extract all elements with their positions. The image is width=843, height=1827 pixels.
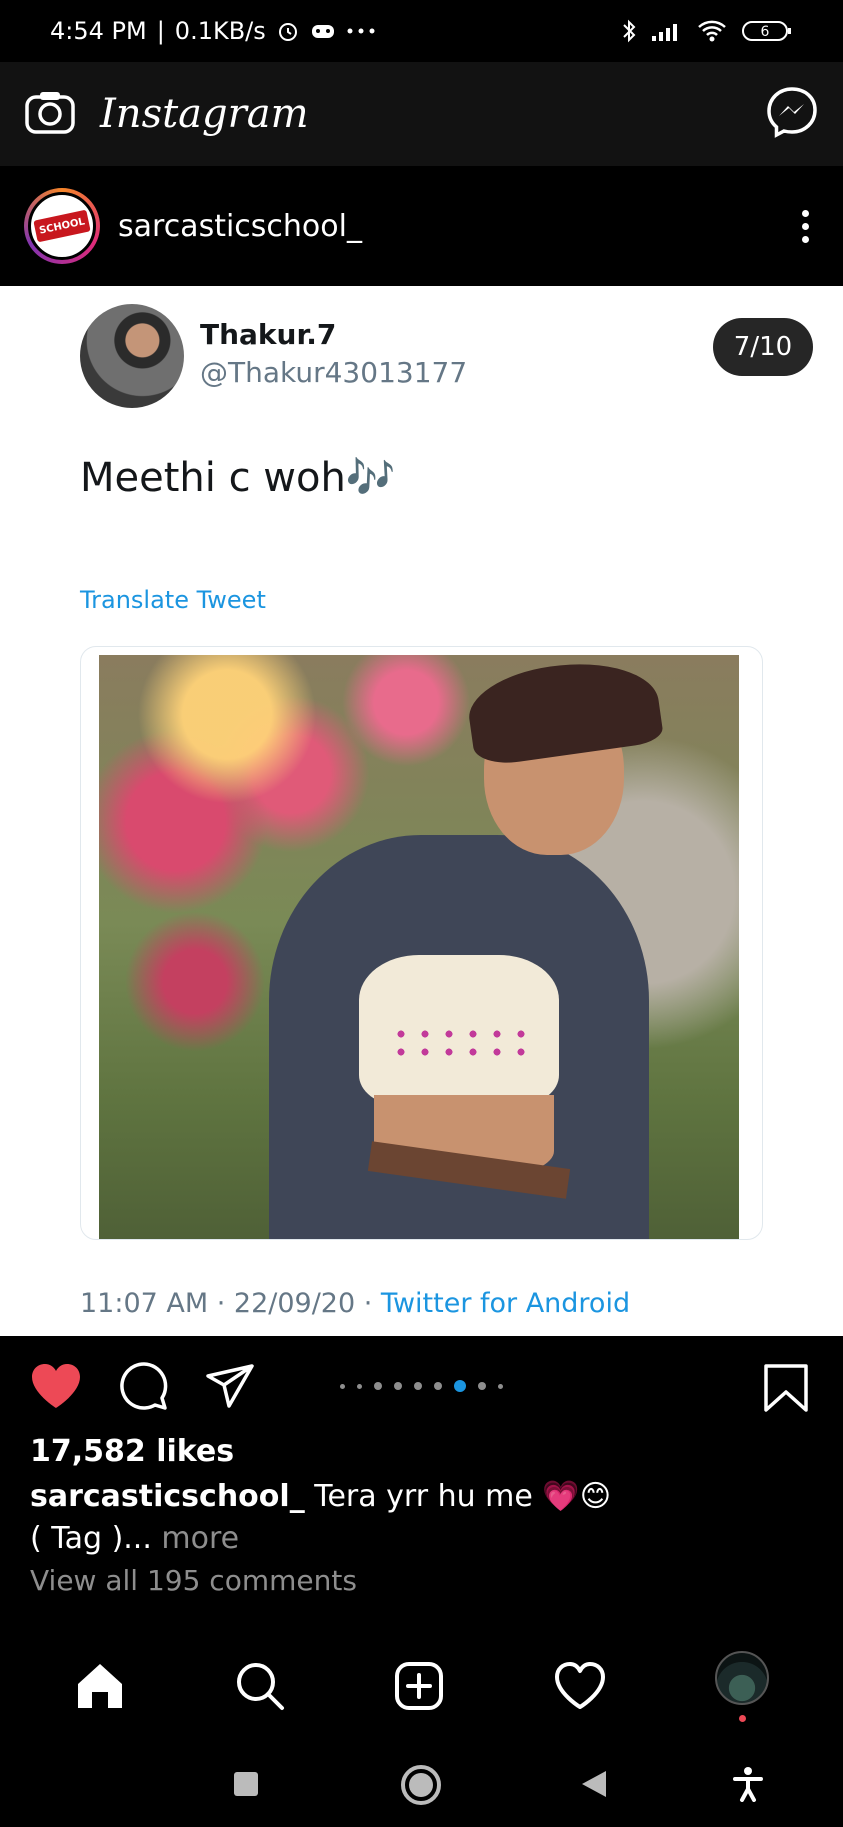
carousel-dot — [374, 1382, 382, 1390]
tweet-photo-frame — [80, 646, 763, 1240]
tweet-timestamp: 11:07 AM · 22/09/20 · — [80, 1288, 381, 1319]
tweet-handle: @Thakur43013177 — [200, 356, 468, 389]
activity-icon[interactable] — [553, 1661, 607, 1711]
carousel-dot — [478, 1382, 486, 1390]
tweet-author-avatar — [80, 304, 184, 408]
network-speed: 0.1KB/s — [174, 17, 266, 45]
bookmark-icon[interactable] — [762, 1362, 810, 1418]
more-dots-icon — [346, 27, 376, 35]
status-time: 4:54 PM — [50, 17, 147, 45]
battery-level: 6 — [761, 24, 770, 40]
camera-icon[interactable] — [24, 89, 76, 139]
status-bar: 4:54 PM | 0.1KB/s 6 — [0, 0, 843, 62]
carousel-dot — [394, 1382, 402, 1390]
likes-count[interactable]: 17,582 likes — [30, 1434, 234, 1469]
view-comments-link[interactable]: View all 195 comments — [30, 1564, 357, 1597]
caption-more-link[interactable]: more — [152, 1521, 239, 1556]
caption-text: Tera yrr hu me 💗😊 — [304, 1479, 612, 1514]
carousel-dot — [414, 1382, 422, 1390]
profile-avatar — [715, 1650, 770, 1705]
home-button[interactable] — [400, 1764, 442, 1806]
app-title: Instagram — [100, 91, 309, 137]
tweet-display-name: Thakur.7 — [200, 318, 337, 351]
comment-icon[interactable] — [118, 1360, 170, 1412]
post-media[interactable]: Thakur.7 @Thakur43013177 7/10 Meethi c w… — [0, 286, 843, 1336]
tweet-source: Twitter for Android — [380, 1288, 631, 1319]
carousel-dot — [498, 1383, 503, 1389]
carousel-dot — [434, 1382, 442, 1390]
bottom-nav — [0, 1626, 843, 1746]
carousel-dot — [357, 1383, 362, 1389]
carousel-counter: 7/10 — [713, 318, 813, 376]
carousel-dot — [340, 1383, 345, 1389]
tweet-text: Meethi c woh🎶 — [80, 455, 396, 501]
app-header: Instagram — [0, 62, 843, 166]
post-username[interactable]: sarcasticschool_ — [118, 209, 362, 244]
bluetooth-icon — [621, 18, 637, 44]
system-nav — [0, 1746, 843, 1827]
tweet-meta: 11:07 AM · 22/09/20 · Twitter for Androi… — [80, 1288, 630, 1319]
heart-icon[interactable] — [28, 1361, 84, 1411]
post-author-avatar[interactable]: SCHOOL — [24, 188, 100, 264]
carousel-dot-active — [454, 1380, 466, 1392]
search-icon[interactable] — [234, 1660, 286, 1712]
tweet-photo — [99, 655, 739, 1239]
wifi-icon — [697, 19, 727, 43]
home-icon[interactable] — [74, 1660, 126, 1712]
caption-line2: ( Tag )... — [30, 1521, 152, 1556]
translate-tweet-link: Translate Tweet — [80, 586, 266, 614]
new-post-icon[interactable] — [393, 1660, 445, 1712]
messenger-icon[interactable] — [765, 85, 819, 143]
accessibility-button[interactable] — [733, 1766, 763, 1802]
signal-icon — [651, 20, 683, 42]
school-badge: SCHOOL — [33, 209, 91, 243]
battery-icon: 6 — [741, 19, 793, 43]
profile-tab[interactable] — [715, 1650, 770, 1722]
post-header: SCHOOL sarcasticschool_ — [0, 166, 843, 286]
gamepad-icon — [310, 20, 336, 42]
caption-username[interactable]: sarcasticschool_ — [30, 1479, 305, 1514]
post-caption: sarcasticschool_ Tera yrr hu me 💗😊 ( Tag… — [30, 1476, 820, 1560]
carousel-dots — [340, 1380, 503, 1392]
recents-button[interactable] — [232, 1770, 260, 1798]
notification-dot — [738, 1714, 746, 1722]
back-button[interactable] — [580, 1769, 608, 1799]
more-options-icon[interactable] — [792, 200, 819, 253]
alarm-icon — [276, 19, 300, 43]
share-icon[interactable] — [204, 1362, 256, 1410]
